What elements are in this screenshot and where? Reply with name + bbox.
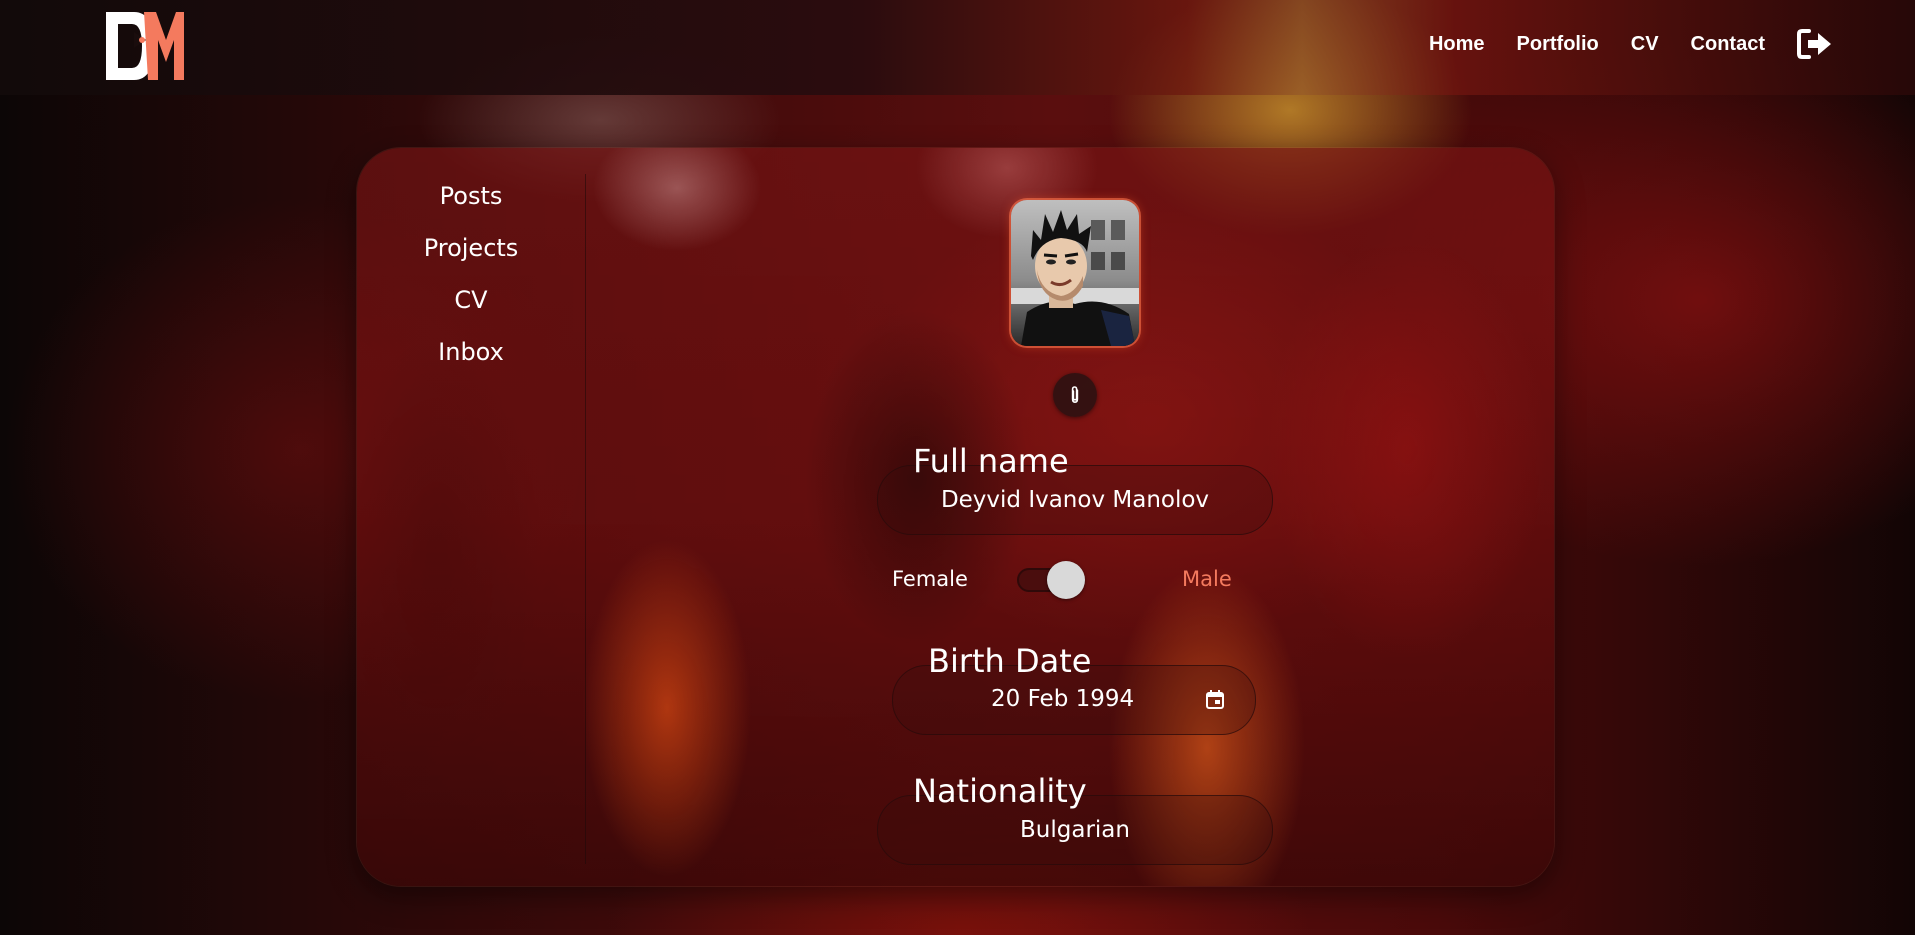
birth-date-label: Birth Date xyxy=(928,642,1092,680)
gender-female-label[interactable]: Female xyxy=(892,567,968,591)
toggle-knob[interactable] xyxy=(1047,561,1085,599)
profile-avatar[interactable] xyxy=(1011,200,1139,346)
top-navbar: Home Portfolio CV Contact xyxy=(0,0,1915,95)
sidebar: Posts Projects CV Inbox xyxy=(357,174,586,864)
gender-toggle-row: Female Male xyxy=(886,558,1264,602)
sidebar-item-cv[interactable]: CV xyxy=(357,278,585,330)
attach-photo-button[interactable] xyxy=(1053,373,1097,417)
full-name-label: Full name xyxy=(913,442,1069,480)
dm-logo[interactable] xyxy=(104,10,186,82)
gender-toggle[interactable] xyxy=(1017,561,1089,599)
profile-form: Deyvid Ivanov Manolov Full name Female M… xyxy=(586,148,1554,886)
user-avatar-icon xyxy=(1011,200,1139,346)
birth-date-value: 20 Feb 1994 xyxy=(991,686,1135,712)
sidebar-item-inbox[interactable]: Inbox xyxy=(357,330,585,382)
nav-link-cv[interactable]: CV xyxy=(1631,33,1659,56)
full-name-value: Deyvid Ivanov Manolov xyxy=(940,487,1210,513)
main-nav: Home Portfolio CV Contact xyxy=(1397,0,1833,88)
sidebar-item-posts[interactable]: Posts xyxy=(357,174,585,226)
gender-male-label[interactable]: Male xyxy=(1182,567,1232,591)
nav-link-portfolio[interactable]: Portfolio xyxy=(1517,33,1599,56)
profile-card: Posts Projects CV Inbox Deyvid Ivanov Ma… xyxy=(357,148,1554,886)
sign-out-icon[interactable] xyxy=(1797,28,1833,60)
nationality-label: Nationality xyxy=(913,772,1087,810)
paperclip-icon xyxy=(1071,386,1079,404)
sidebar-item-projects[interactable]: Projects xyxy=(357,226,585,278)
nav-link-home[interactable]: Home xyxy=(1429,33,1485,56)
nav-link-contact[interactable]: Contact xyxy=(1691,33,1765,56)
calendar-icon[interactable] xyxy=(1205,690,1225,710)
nationality-value: Bulgarian xyxy=(1020,817,1130,843)
